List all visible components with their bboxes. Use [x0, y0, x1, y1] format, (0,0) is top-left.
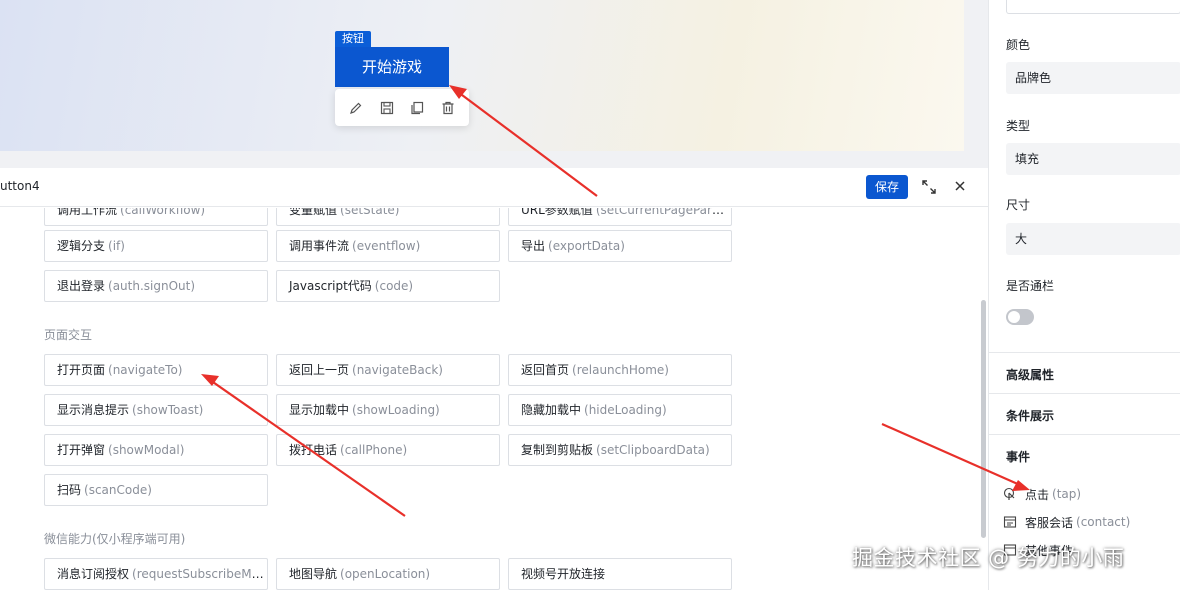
action-show-toast[interactable]: 显示消息提示 (showToast) — [44, 394, 268, 426]
divider — [989, 434, 1180, 435]
panel-title: utton4 — [0, 179, 40, 193]
start-game-button[interactable]: 开始游戏 — [335, 47, 449, 87]
action-sign-out[interactable]: 退出登录 (auth.signOut) — [44, 270, 268, 302]
action-list: 调用工作流 (callWorkflow) 变量赋值 (setState) URL参数… — [0, 208, 988, 590]
edit-icon[interactable] — [347, 99, 365, 117]
page-banner — [0, 0, 964, 151]
fullwidth-label: 是否通栏 — [1006, 279, 1055, 293]
event-panel-header: utton4 — [0, 168, 988, 207]
action-javascript-code[interactable]: Javascript代码 (code) — [276, 270, 500, 302]
close-icon[interactable] — [952, 178, 968, 194]
action-set-clipboard[interactable]: 复制到剪贴板 (setClipboardData) — [508, 434, 732, 466]
condition-section[interactable]: 条件展示 — [1006, 407, 1054, 424]
events-section: 事件 — [1006, 450, 1031, 464]
expand-icon[interactable] — [920, 178, 938, 196]
event-tap[interactable]: 点击 (tap) — [1003, 485, 1081, 503]
action-set-state[interactable]: 变量赋值 (setState) — [276, 208, 500, 226]
action-list-scrollbar[interactable] — [981, 300, 986, 538]
action-open-location[interactable]: 地图导航 (openLocation) — [276, 558, 500, 590]
size-label: 尺寸 — [1006, 198, 1031, 212]
action-scan-code[interactable]: 扫码 (scanCode) — [44, 474, 268, 506]
divider — [989, 393, 1180, 394]
action-call-phone[interactable]: 拨打电话 (callPhone) — [276, 434, 500, 466]
advanced-section[interactable]: 高级属性 — [1006, 366, 1054, 383]
component-tag: 按钮 — [335, 31, 371, 47]
fullwidth-toggle[interactable] — [1006, 309, 1034, 325]
action-navigate-back[interactable]: 返回上一页 (navigateBack) — [276, 354, 500, 386]
section-title-page-interaction: 页面交互 — [44, 328, 93, 342]
action-if[interactable]: 逻辑分支 (if) — [44, 230, 268, 262]
action-show-loading[interactable]: 显示加载中 (showLoading) — [276, 394, 500, 426]
delete-icon[interactable] — [439, 99, 457, 117]
canvas-preview: 按钮 开始游戏 — [0, 0, 988, 168]
save-button[interactable]: 保存 — [866, 175, 908, 199]
size-select[interactable]: 大 — [1006, 223, 1180, 255]
type-label: 类型 — [1006, 119, 1031, 133]
tap-icon — [1003, 487, 1017, 501]
action-hide-loading[interactable]: 隐藏加载中 (hideLoading) — [508, 394, 732, 426]
top-field[interactable] — [1006, 0, 1180, 14]
component-toolbar — [335, 89, 469, 126]
contact-icon — [1003, 515, 1017, 529]
properties-sidebar: 颜色 品牌色 类型 填充 尺寸 大 是否通栏 高级属性 条件展示 事件 点击 (t… — [988, 0, 1180, 590]
action-eventflow[interactable]: 调用事件流 (eventflow) — [276, 230, 500, 262]
action-call-workflow[interactable]: 调用工作流 (callWorkflow) — [44, 208, 268, 226]
watermark: 掘金技术社区 @ 努力的小雨 — [852, 546, 1125, 570]
action-set-url-params[interactable]: URL参数赋值 (setCurrentPageParams) — [508, 208, 732, 226]
divider — [989, 352, 1180, 353]
event-contact[interactable]: 客服会话 (contact) — [1003, 513, 1130, 531]
type-select[interactable]: 填充 — [1006, 143, 1180, 175]
save-icon[interactable] — [378, 99, 396, 117]
action-channels-connect[interactable]: 视频号开放连接 — [508, 558, 732, 590]
toggle-knob — [1008, 311, 1020, 323]
action-navigate-to[interactable]: 打开页面 (navigateTo) — [44, 354, 268, 386]
color-label: 颜色 — [1006, 38, 1031, 52]
action-relaunch-home[interactable]: 返回首页 (relaunchHome) — [508, 354, 732, 386]
copy-icon[interactable] — [408, 99, 426, 117]
action-show-modal[interactable]: 打开弹窗 (showModal) — [44, 434, 268, 466]
section-title-wechat: 微信能力(仅小程序端可用) — [44, 532, 186, 546]
action-export-data[interactable]: 导出 (exportData) — [508, 230, 732, 262]
action-request-subscribe[interactable]: 消息订阅授权(requestSubscribeMessage) — [44, 558, 268, 590]
color-select[interactable]: 品牌色 — [1006, 62, 1180, 94]
